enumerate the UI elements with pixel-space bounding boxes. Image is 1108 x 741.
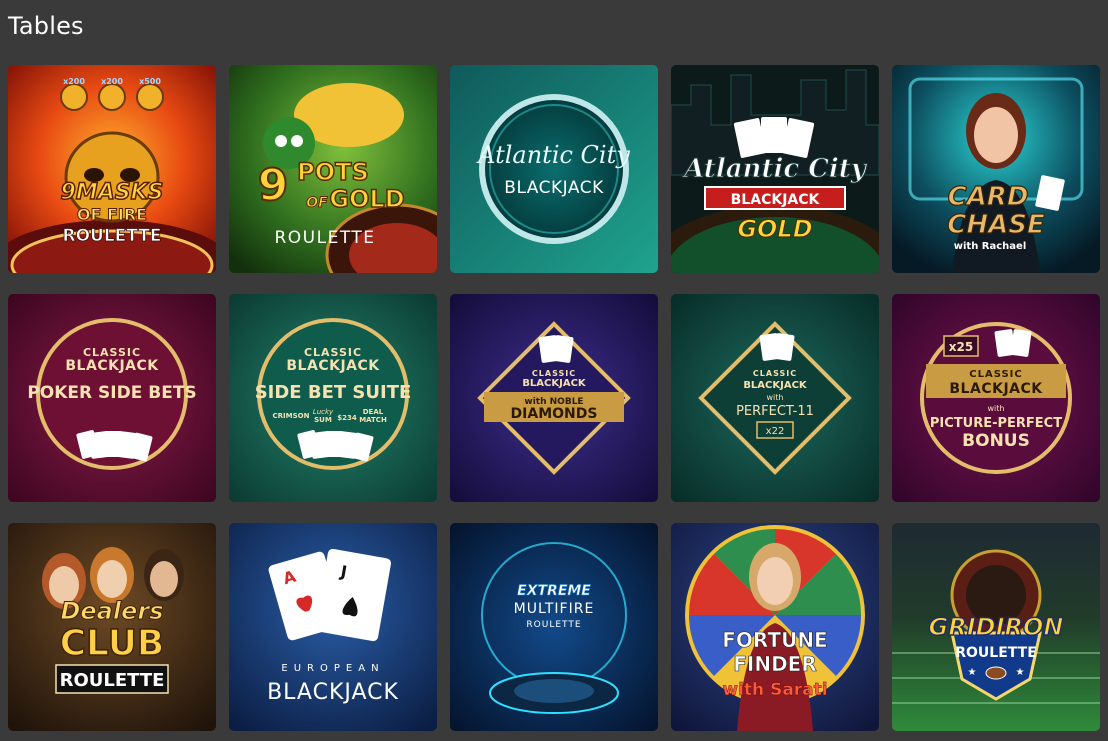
game-title: BLACKJACK [286,358,380,374]
side-bet-label: DEAL [363,408,384,416]
game-artwork: CLASSIC BLACKJACK with NOBLE DIAMONDS [450,294,658,502]
game-title: Atlantic City [681,154,868,184]
game-artwork: Atlantic City BLACKJACK [450,65,658,273]
game-tile-european-blackjack[interactable]: A J EUROPEAN BLACKJACK [229,523,437,731]
game-subtitle: BONUS [962,431,1030,451]
game-artwork: CARD CHASE with Rachael [892,65,1100,273]
game-subtitle: ROULETTE [63,226,162,246]
multiplier-badge: x500 [139,77,161,86]
game-tile-fortune-finder[interactable]: FORTUNE FINDER with Sarati [671,523,879,731]
game-tile-classic-blackjack-side-bet-suite[interactable]: CLASSIC BLACKJACK SIDE BET SUITE CRIMSON… [229,294,437,502]
game-tile-classic-blackjack-perfect-11[interactable]: CLASSIC BLACKJACK with PERFECT-11 x22 [671,294,879,502]
game-subtitle: with Sarati [722,680,827,700]
game-subtitle: with Rachael [954,241,1027,252]
game-title: 9MASKS [61,180,164,205]
game-subtitle: PERFECT-11 [736,404,814,419]
game-title: GRIDIRON [929,613,1064,641]
game-tile-gridiron-roulette[interactable]: GRIDIRON ROULETTE ★ ★ [892,523,1100,731]
game-title: OF FIRE [77,205,147,224]
game-subtitle: GOLD [737,215,812,243]
side-bet-label: Lucky [313,408,334,416]
game-subtitle: ROULETTE [60,670,165,691]
game-title: Atlantic City [476,141,630,169]
game-title: CHASE [947,210,1045,240]
football-icon [985,666,1007,680]
game-artwork: EXTREME MULTIFIRE ROULETTE [450,523,658,731]
side-bet-label: $234 [337,414,357,422]
game-subtitle: BLACKJACK [731,192,821,208]
game-tile-9-masks-of-fire-roulette[interactable]: x200 x200 x500 9MASKS OF FIRE ROULETTE [8,65,216,273]
multiplier-badge: x200 [101,77,123,86]
game-subtitle: DIAMONDS [511,406,598,422]
game-title: BLACKJACK [65,358,159,374]
game-title: BLACKJACK [522,378,587,389]
game-title: Dealers [60,597,163,625]
game-artwork: CLASSIC BLACKJACK POKER SIDE BETS [8,294,216,502]
game-tile-9-pots-of-gold-roulette[interactable]: 9 POTS OF GOLD ROULETTE [229,65,437,273]
game-title: CLASSIC [753,369,797,378]
game-title: CLASSIC [969,369,1022,380]
game-subtitle: BLACKJACK [267,680,399,705]
game-title: POTS [297,158,369,186]
game-tile-classic-blackjack-picture-perfect-bonus[interactable]: x25 CLASSIC BLACKJACK with PICTURE-PERFE… [892,294,1100,502]
game-title: BLACKJACK [949,381,1043,397]
game-artwork: CLASSIC BLACKJACK with PERFECT-11 x22 [671,294,879,502]
star-icon: ★ [968,667,977,678]
multiplier-badge: x25 [949,340,973,354]
game-artwork: 9 POTS OF GOLD ROULETTE [229,65,437,273]
game-grid: x200 x200 x500 9MASKS OF FIRE ROULETTE 9… [8,65,1100,731]
game-title: MULTIFIRE [514,601,595,617]
game-title: BLACKJACK [743,380,808,391]
multiplier-badge: x22 [766,426,785,437]
game-subtitle: ROULETTE [274,228,375,248]
side-bet-label: CRIMSON [273,412,310,420]
game-title: OF [306,195,328,211]
multiplier-badge: x200 [63,77,85,86]
game-artwork: FORTUNE FINDER with Sarati [671,523,879,731]
game-artwork: Dealers CLUB ROULETTE [8,523,216,731]
game-title: GOLD [329,185,404,213]
game-artwork: x25 CLASSIC BLACKJACK with PICTURE-PERFE… [892,294,1100,502]
game-title: CLASSIC [532,369,576,378]
game-artwork: x200 x200 x500 9MASKS OF FIRE ROULETTE [8,65,216,273]
side-bet-label: MATCH [359,416,387,424]
game-subtitle: ROULETTE [526,620,581,630]
game-title: CARD [948,182,1029,212]
game-tile-dealers-club-roulette[interactable]: Dealers CLUB ROULETTE [8,523,216,731]
game-tile-card-chase[interactable]: CARD CHASE with Rachael [892,65,1100,273]
game-artwork: Atlantic City BLACKJACK GOLD [671,65,879,273]
game-tile-atlantic-city-blackjack[interactable]: Atlantic City BLACKJACK [450,65,658,273]
game-artwork: CLASSIC BLACKJACK SIDE BET SUITE CRIMSON… [229,294,437,502]
game-subtitle: ROULETTE [955,645,1037,661]
game-tile-classic-blackjack-noble-diamonds[interactable]: CLASSIC BLACKJACK with NOBLE DIAMONDS [450,294,658,502]
game-title: EXTREME [517,583,591,599]
game-subtitle: SIDE BET SUITE [255,382,412,403]
game-subtitle: PICTURE-PERFECT [930,416,1062,431]
game-title: FINDER [733,652,817,676]
game-title: CLUB [60,623,165,664]
section-title: Tables [8,12,84,40]
game-subtitle: BLACKJACK [504,178,604,198]
game-tile-atlantic-city-blackjack-gold[interactable]: Atlantic City BLACKJACK GOLD [671,65,879,273]
game-title: EUROPEAN [281,663,384,674]
game-subtitle: with [988,404,1005,413]
game-subtitle: with [767,393,784,402]
game-subtitle: POKER SIDE BETS [27,383,196,403]
star-icon: ★ [1016,667,1025,678]
game-tile-extreme-multifire-roulette[interactable]: EXTREME MULTIFIRE ROULETTE [450,523,658,731]
game-title: 9 [258,160,289,211]
game-tile-classic-blackjack-poker-side-bets[interactable]: CLASSIC BLACKJACK POKER SIDE BETS [8,294,216,502]
game-artwork: A J EUROPEAN BLACKJACK [229,523,437,731]
side-bet-label: SUM [314,416,332,424]
game-artwork: GRIDIRON ROULETTE ★ ★ [892,523,1100,731]
game-title: FORTUNE [722,628,827,652]
